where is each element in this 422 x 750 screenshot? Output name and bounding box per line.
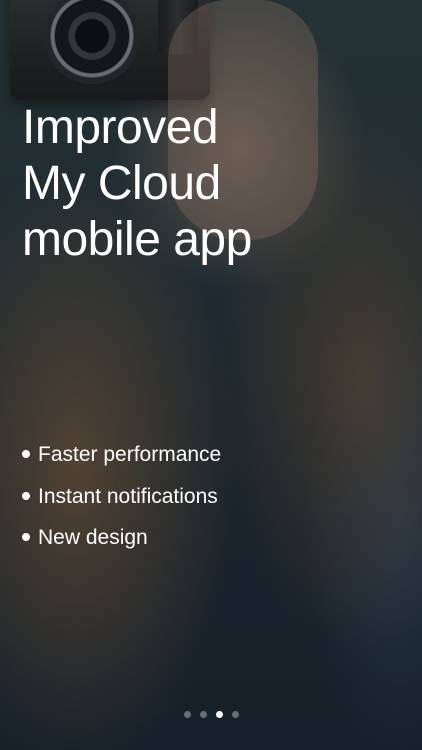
page-dot-4[interactable] xyxy=(231,711,239,718)
headline-line-2: My Cloud xyxy=(22,157,221,210)
feature-list: Faster performance Instant notifications… xyxy=(22,441,402,566)
bullet-icon xyxy=(22,533,30,541)
onboarding-screen[interactable]: Improved My Cloud mobile app Faster perf… xyxy=(0,0,422,750)
feature-label: Instant notifications xyxy=(38,484,218,508)
page-dot-3[interactable] xyxy=(215,711,223,718)
headline-line-1: Improved xyxy=(22,101,219,154)
feature-label: Faster performance xyxy=(38,443,222,466)
headline: Improved My Cloud mobile app xyxy=(22,100,402,268)
page-indicator[interactable] xyxy=(0,711,422,721)
feature-label: New design xyxy=(38,526,148,549)
feature-item: Faster performance xyxy=(22,441,402,483)
feature-item: Instant notifications xyxy=(22,483,402,525)
page-dot-2[interactable] xyxy=(199,711,207,718)
bullet-icon xyxy=(22,450,30,458)
feature-item: New design xyxy=(22,524,402,566)
page-dot-1[interactable] xyxy=(183,711,191,718)
bullet-icon xyxy=(22,491,30,500)
headline-line-3: mobile app xyxy=(22,213,252,266)
